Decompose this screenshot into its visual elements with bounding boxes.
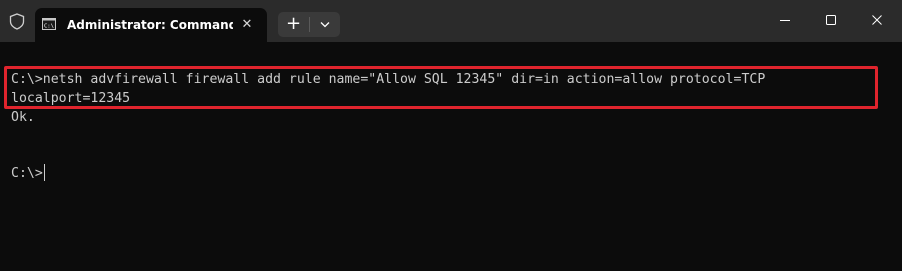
text-cursor <box>43 164 45 181</box>
command-result: Ok. <box>11 110 35 125</box>
maximize-button[interactable] <box>808 0 854 42</box>
new-tab-button[interactable]: + <box>278 12 309 37</box>
minimize-button[interactable] <box>762 0 808 42</box>
minimize-icon <box>780 20 790 21</box>
maximize-icon <box>826 15 836 25</box>
terminal-output[interactable]: C:\>netsh advfirewall firewall add rule … <box>0 42 902 271</box>
close-icon <box>872 15 882 25</box>
close-window-button[interactable] <box>854 0 900 42</box>
title-bar: C:\ Administrator: Command Pro ✕ + <box>0 0 902 42</box>
new-tab-group: + <box>278 12 340 37</box>
svg-text:C:\: C:\ <box>44 24 54 30</box>
prompt-line[interactable]: C:\> <box>11 164 45 183</box>
highlight-box <box>4 66 878 109</box>
tab-title: Administrator: Command Pro <box>67 18 233 32</box>
tab-command-prompt[interactable]: C:\ Administrator: Command Pro ✕ <box>35 8 267 42</box>
close-tab-button[interactable]: ✕ <box>237 15 257 35</box>
terminal-window: C:\ Administrator: Command Pro ✕ + <box>0 0 902 271</box>
tab-dropdown-button[interactable] <box>310 12 340 37</box>
shield-icon <box>9 13 25 30</box>
prompt: C:\> <box>11 166 43 181</box>
cmd-icon: C:\ <box>42 18 56 30</box>
chevron-down-icon <box>320 22 330 28</box>
